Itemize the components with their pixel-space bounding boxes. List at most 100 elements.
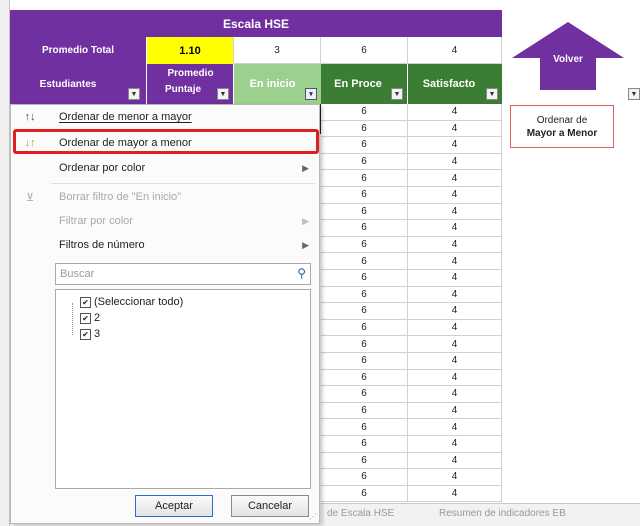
table-cell[interactable]: 4 — [408, 436, 502, 453]
value-item-3[interactable]: ✔ 3 — [80, 328, 100, 340]
table-cell[interactable]: 6 — [321, 469, 408, 486]
summary-score-value[interactable]: 1.10 — [147, 37, 234, 64]
table-cell[interactable]: 4 — [408, 452, 502, 470]
table-cell[interactable]: 6 — [321, 203, 408, 221]
clear-filter-icon: ⊻ — [25, 191, 35, 204]
table-cell[interactable]: 4 — [408, 253, 502, 270]
highlight-box — [13, 129, 319, 154]
filter-dropdown-side[interactable]: ▼ — [628, 88, 640, 100]
table-cell[interactable]: 6 — [321, 303, 408, 320]
row-header-strip — [0, 0, 10, 526]
submenu-arrow-icon: ▶ — [302, 239, 309, 250]
sheet-tab-resumen[interactable]: Resumen de indicadores EB — [439, 508, 566, 519]
table-cell[interactable]: 6 — [321, 170, 408, 187]
table-cell[interactable]: 4 — [408, 485, 502, 503]
table-cell[interactable]: 6 — [321, 137, 408, 154]
ordenar-line1: Ordenar de — [536, 115, 588, 126]
tree-connector — [72, 303, 73, 335]
filter-dropdown-satisfactorio[interactable]: ▼ — [486, 88, 498, 100]
volver-label: Volver — [553, 54, 583, 65]
submenu-arrow-icon: ▶ — [302, 215, 309, 226]
table-cell[interactable]: 4 — [408, 170, 502, 187]
menu-clear-filter[interactable]: ⊻ Borrar filtro de "En inicio" — [11, 186, 319, 208]
sheet-tab-escala[interactable]: de Escala HSE — [327, 508, 394, 519]
table-cell[interactable]: 4 — [408, 386, 502, 403]
table-cell[interactable]: 4 — [408, 353, 502, 370]
table-cell[interactable]: 6 — [321, 369, 408, 387]
menu-sort-ascending[interactable]: ↑↓ Ordenar de menor a mayor — [11, 106, 319, 128]
table-cell[interactable]: 4 — [408, 120, 502, 138]
table-cell[interactable]: 4 — [408, 220, 502, 237]
table-cell[interactable]: 4 — [408, 104, 502, 121]
ordenar-line2: Mayor a Menor — [526, 128, 598, 139]
table-cell[interactable]: 4 — [408, 153, 502, 171]
sheet-tabs-bar: de Escala HSE Resumen de indicadores EB — [321, 503, 640, 526]
checkbox-checked-icon: ✔ — [80, 296, 91, 308]
table-cell[interactable]: 4 — [408, 203, 502, 221]
table-cell[interactable]: 6 — [321, 319, 408, 337]
summary-inicio-value[interactable]: 3 — [234, 37, 321, 64]
table-cell[interactable]: 4 — [408, 270, 502, 287]
table-cell[interactable]: 6 — [321, 270, 408, 287]
table-cell[interactable]: 6 — [321, 402, 408, 420]
checkbox-checked-icon: ✔ — [80, 328, 91, 340]
header-promedio-line1: Promedio — [167, 68, 214, 79]
sheet-title: Escala HSE — [10, 10, 502, 37]
table-cell[interactable]: 4 — [408, 402, 502, 420]
menu-sort-by-color[interactable]: Ordenar por color ▶ — [11, 157, 319, 179]
filter-menu: ↑↓ Ordenar de menor a mayor ↓↑ Ordenar d… — [10, 104, 320, 524]
header-en-inicio: En inicio ▾ — [234, 64, 321, 104]
ordenar-mayor-menor-button[interactable]: Ordenar de Mayor a Menor — [510, 105, 614, 148]
table-cell[interactable]: 4 — [408, 419, 502, 436]
table-cell[interactable]: 6 — [321, 485, 408, 503]
table-cell[interactable]: 4 — [408, 236, 502, 254]
table-cell[interactable]: 4 — [408, 336, 502, 353]
header-promedio-puntaje: Promedio Puntaje ▼ — [147, 64, 234, 104]
value-item-2[interactable]: ✔ 2 — [80, 312, 100, 324]
filter-search-input[interactable]: Buscar ⚲ — [55, 263, 311, 285]
table-cell[interactable]: 4 — [408, 137, 502, 154]
table-cell[interactable]: 6 — [321, 253, 408, 270]
table-cell[interactable]: 6 — [321, 452, 408, 470]
menu-filter-by-color[interactable]: Filtrar por color ▶ — [11, 210, 319, 232]
table-cell[interactable]: 6 — [321, 286, 408, 304]
table-cell[interactable]: 6 — [321, 386, 408, 403]
table-cell[interactable]: 6 — [321, 187, 408, 204]
table-cell[interactable]: 4 — [408, 303, 502, 320]
table-cell[interactable]: 4 — [408, 369, 502, 387]
filter-values-list: ✔ (Seleccionar todo) ✔ 2 ✔ 3 — [55, 289, 311, 489]
table-cell[interactable]: 6 — [321, 419, 408, 436]
filter-dropdown-estudiantes[interactable]: ▼ — [128, 88, 140, 100]
filter-dropdown-en-proceso[interactable]: ▼ — [391, 88, 403, 100]
table-cell[interactable]: 4 — [408, 286, 502, 304]
sheet-title-text: Escala HSE — [222, 16, 290, 31]
search-placeholder: Buscar — [60, 268, 95, 280]
summary-satisf-value[interactable]: 4 — [408, 37, 502, 64]
table-cell[interactable]: 6 — [321, 104, 408, 121]
menu-separator — [51, 183, 315, 184]
summary-label: Promedio Total — [10, 37, 147, 64]
table-cell[interactable]: 4 — [408, 187, 502, 204]
cancel-button[interactable]: Cancelar — [231, 495, 309, 517]
resize-grip-icon[interactable]: ⋰ — [309, 512, 317, 521]
checkbox-checked-icon: ✔ — [80, 312, 91, 324]
table-cell[interactable]: 6 — [321, 220, 408, 237]
table-cell[interactable]: 6 — [321, 336, 408, 353]
sort-asc-icon: ↑↓ — [24, 111, 36, 123]
menu-number-filters[interactable]: Filtros de número ▶ — [11, 234, 319, 256]
table-cell[interactable]: 4 — [408, 319, 502, 337]
select-all-item[interactable]: ✔ (Seleccionar todo) — [80, 296, 183, 308]
table-cell[interactable]: 4 — [408, 469, 502, 486]
accept-button[interactable]: Aceptar — [135, 495, 213, 517]
summary-proceso-value[interactable]: 6 — [321, 37, 408, 64]
filter-dropdown-en-inicio[interactable]: ▾ — [305, 88, 317, 100]
table-cell[interactable]: 6 — [321, 353, 408, 370]
header-en-proceso: En Proce ▼ — [321, 64, 408, 104]
filter-dropdown-promedio[interactable]: ▼ — [217, 88, 229, 100]
table-cell[interactable]: 6 — [321, 436, 408, 453]
table-cell[interactable]: 6 — [321, 236, 408, 254]
submenu-arrow-icon: ▶ — [302, 162, 309, 173]
table-cell[interactable]: 6 — [321, 120, 408, 138]
header-estudiantes: Estudiantes ▼ — [10, 64, 147, 104]
table-cell[interactable]: 6 — [321, 153, 408, 171]
